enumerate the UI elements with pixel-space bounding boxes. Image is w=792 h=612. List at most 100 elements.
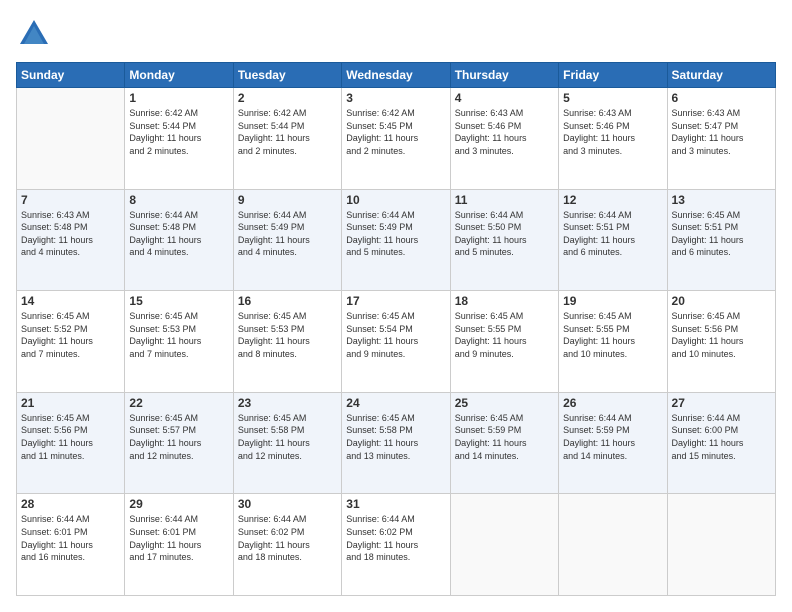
day-info: Sunrise: 6:44 AM Sunset: 6:02 PM Dayligh… bbox=[238, 513, 337, 563]
day-number: 22 bbox=[129, 396, 228, 410]
calendar-cell: 9 Sunrise: 6:44 AM Sunset: 5:49 PM Daylig… bbox=[233, 189, 341, 291]
day-number: 21 bbox=[21, 396, 120, 410]
calendar-cell: 3 Sunrise: 6:42 AM Sunset: 5:45 PM Daylig… bbox=[342, 88, 450, 190]
day-number: 8 bbox=[129, 193, 228, 207]
calendar-cell: 6Sunrise: 6:43 AM Sunset: 5:47 PM Daylig… bbox=[667, 88, 775, 190]
day-info: Sunrise: 6:42 AM Sunset: 5:44 PM Dayligh… bbox=[129, 107, 228, 157]
day-number: 15 bbox=[129, 294, 228, 308]
calendar-cell: 12 Sunrise: 6:44 AM Sunset: 5:51 PM Dayli… bbox=[559, 189, 667, 291]
day-number: 28 bbox=[21, 497, 120, 511]
day-number: 12 bbox=[563, 193, 662, 207]
day-number: 14 bbox=[21, 294, 120, 308]
day-info: Sunrise: 6:42 AM Sunset: 5:44 PM Dayligh… bbox=[238, 107, 337, 157]
day-number: 29 bbox=[129, 497, 228, 511]
day-info: Sunrise: 6:45 AM Sunset: 5:56 PM Dayligh… bbox=[672, 310, 771, 360]
day-info: Sunrise: 6:45 AM Sunset: 5:56 PM Dayligh… bbox=[21, 412, 120, 462]
day-number: 9 bbox=[238, 193, 337, 207]
day-info: Sunrise: 6:42 AM Sunset: 5:45 PM Dayligh… bbox=[346, 107, 445, 157]
calendar-week-row: 1 Sunrise: 6:42 AM Sunset: 5:44 PM Daylig… bbox=[17, 88, 776, 190]
day-info: Sunrise: 6:44 AM Sunset: 5:59 PM Dayligh… bbox=[563, 412, 662, 462]
day-info: Sunrise: 6:44 AM Sunset: 5:49 PM Dayligh… bbox=[346, 209, 445, 259]
day-info: Sunrise: 6:43 AM Sunset: 5:46 PM Dayligh… bbox=[563, 107, 662, 157]
calendar-cell: 4Sunrise: 6:43 AM Sunset: 5:46 PM Daylig… bbox=[450, 88, 558, 190]
day-number: 13 bbox=[672, 193, 771, 207]
day-info: Sunrise: 6:45 AM Sunset: 5:58 PM Dayligh… bbox=[238, 412, 337, 462]
day-number: 3 bbox=[346, 91, 445, 105]
day-of-week-header: Sunday bbox=[17, 63, 125, 88]
day-info: Sunrise: 6:43 AM Sunset: 5:47 PM Dayligh… bbox=[672, 107, 771, 157]
calendar-cell: 24 Sunrise: 6:45 AM Sunset: 5:58 PM Dayli… bbox=[342, 392, 450, 494]
day-number: 17 bbox=[346, 294, 445, 308]
calendar-cell: 20 Sunrise: 6:45 AM Sunset: 5:56 PM Dayli… bbox=[667, 291, 775, 393]
calendar-cell: 14 Sunrise: 6:45 AM Sunset: 5:52 PM Dayli… bbox=[17, 291, 125, 393]
calendar-cell: 27 Sunrise: 6:44 AM Sunset: 6:00 PM Dayli… bbox=[667, 392, 775, 494]
day-info: Sunrise: 6:45 AM Sunset: 5:53 PM Dayligh… bbox=[129, 310, 228, 360]
day-of-week-header: Wednesday bbox=[342, 63, 450, 88]
day-number: 4 bbox=[455, 91, 554, 105]
day-of-week-header: Friday bbox=[559, 63, 667, 88]
day-number: 11 bbox=[455, 193, 554, 207]
calendar-cell: 23 Sunrise: 6:45 AM Sunset: 5:58 PM Dayli… bbox=[233, 392, 341, 494]
calendar-week-row: 28 Sunrise: 6:44 AM Sunset: 6:01 PM Dayli… bbox=[17, 494, 776, 596]
calendar-header: SundayMondayTuesdayWednesdayThursdayFrid… bbox=[17, 63, 776, 88]
day-info: Sunrise: 6:44 AM Sunset: 6:01 PM Dayligh… bbox=[129, 513, 228, 563]
day-info: Sunrise: 6:44 AM Sunset: 5:51 PM Dayligh… bbox=[563, 209, 662, 259]
calendar-cell: 19 Sunrise: 6:45 AM Sunset: 5:55 PM Dayli… bbox=[559, 291, 667, 393]
day-number: 30 bbox=[238, 497, 337, 511]
day-number: 23 bbox=[238, 396, 337, 410]
calendar-cell: 1 Sunrise: 6:42 AM Sunset: 5:44 PM Daylig… bbox=[125, 88, 233, 190]
day-info: Sunrise: 6:45 AM Sunset: 5:53 PM Dayligh… bbox=[238, 310, 337, 360]
calendar: SundayMondayTuesdayWednesdayThursdayFrid… bbox=[16, 62, 776, 596]
day-number: 5 bbox=[563, 91, 662, 105]
calendar-cell: 2Sunrise: 6:42 AM Sunset: 5:44 PM Daylig… bbox=[233, 88, 341, 190]
day-info: Sunrise: 6:44 AM Sunset: 6:00 PM Dayligh… bbox=[672, 412, 771, 462]
calendar-cell: 26 Sunrise: 6:44 AM Sunset: 5:59 PM Dayli… bbox=[559, 392, 667, 494]
day-number: 19 bbox=[563, 294, 662, 308]
calendar-week-row: 21 Sunrise: 6:45 AM Sunset: 5:56 PM Dayli… bbox=[17, 392, 776, 494]
calendar-cell: 22 Sunrise: 6:45 AM Sunset: 5:57 PM Dayli… bbox=[125, 392, 233, 494]
calendar-cell: 16 Sunrise: 6:45 AM Sunset: 5:53 PM Dayli… bbox=[233, 291, 341, 393]
day-info: Sunrise: 6:45 AM Sunset: 5:57 PM Dayligh… bbox=[129, 412, 228, 462]
day-info: Sunrise: 6:45 AM Sunset: 5:52 PM Dayligh… bbox=[21, 310, 120, 360]
day-of-week-header: Tuesday bbox=[233, 63, 341, 88]
day-of-week-header: Saturday bbox=[667, 63, 775, 88]
day-info: Sunrise: 6:45 AM Sunset: 5:55 PM Dayligh… bbox=[563, 310, 662, 360]
day-number: 26 bbox=[563, 396, 662, 410]
day-info: Sunrise: 6:44 AM Sunset: 5:49 PM Dayligh… bbox=[238, 209, 337, 259]
day-number: 1 bbox=[129, 91, 228, 105]
day-info: Sunrise: 6:44 AM Sunset: 6:01 PM Dayligh… bbox=[21, 513, 120, 563]
calendar-week-row: 7 Sunrise: 6:43 AM Sunset: 5:48 PM Daylig… bbox=[17, 189, 776, 291]
calendar-cell: 17 Sunrise: 6:45 AM Sunset: 5:54 PM Dayli… bbox=[342, 291, 450, 393]
calendar-cell: 8 Sunrise: 6:44 AM Sunset: 5:48 PM Daylig… bbox=[125, 189, 233, 291]
day-info: Sunrise: 6:44 AM Sunset: 5:48 PM Dayligh… bbox=[129, 209, 228, 259]
calendar-cell: 13 Sunrise: 6:45 AM Sunset: 5:51 PM Dayli… bbox=[667, 189, 775, 291]
day-number: 31 bbox=[346, 497, 445, 511]
calendar-cell: 7 Sunrise: 6:43 AM Sunset: 5:48 PM Daylig… bbox=[17, 189, 125, 291]
calendar-cell: 29 Sunrise: 6:44 AM Sunset: 6:01 PM Dayli… bbox=[125, 494, 233, 596]
calendar-cell: 25Sunrise: 6:45 AM Sunset: 5:59 PM Dayli… bbox=[450, 392, 558, 494]
calendar-body: 1 Sunrise: 6:42 AM Sunset: 5:44 PM Daylig… bbox=[17, 88, 776, 596]
day-info: Sunrise: 6:45 AM Sunset: 5:51 PM Dayligh… bbox=[672, 209, 771, 259]
day-info: Sunrise: 6:45 AM Sunset: 5:54 PM Dayligh… bbox=[346, 310, 445, 360]
calendar-cell: 15 Sunrise: 6:45 AM Sunset: 5:53 PM Dayli… bbox=[125, 291, 233, 393]
day-number: 27 bbox=[672, 396, 771, 410]
calendar-cell: 11 Sunrise: 6:44 AM Sunset: 5:50 PM Dayli… bbox=[450, 189, 558, 291]
day-number: 16 bbox=[238, 294, 337, 308]
day-info: Sunrise: 6:45 AM Sunset: 5:58 PM Dayligh… bbox=[346, 412, 445, 462]
day-info: Sunrise: 6:44 AM Sunset: 5:50 PM Dayligh… bbox=[455, 209, 554, 259]
day-number: 24 bbox=[346, 396, 445, 410]
day-of-week-header: Thursday bbox=[450, 63, 558, 88]
header bbox=[16, 16, 776, 52]
calendar-cell bbox=[17, 88, 125, 190]
calendar-cell: 10 Sunrise: 6:44 AM Sunset: 5:49 PM Dayli… bbox=[342, 189, 450, 291]
days-of-week-row: SundayMondayTuesdayWednesdayThursdayFrid… bbox=[17, 63, 776, 88]
day-number: 18 bbox=[455, 294, 554, 308]
day-number: 20 bbox=[672, 294, 771, 308]
calendar-week-row: 14 Sunrise: 6:45 AM Sunset: 5:52 PM Dayli… bbox=[17, 291, 776, 393]
day-number: 10 bbox=[346, 193, 445, 207]
calendar-cell bbox=[667, 494, 775, 596]
day-info: Sunrise: 6:43 AM Sunset: 5:48 PM Dayligh… bbox=[21, 209, 120, 259]
calendar-cell: 5 Sunrise: 6:43 AM Sunset: 5:46 PM Daylig… bbox=[559, 88, 667, 190]
day-of-week-header: Monday bbox=[125, 63, 233, 88]
day-number: 7 bbox=[21, 193, 120, 207]
